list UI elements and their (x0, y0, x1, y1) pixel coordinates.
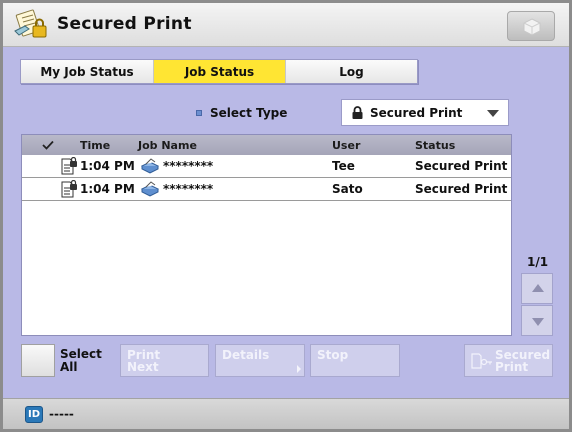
arrow-right-icon (297, 365, 301, 373)
table-row[interactable]: 1:04 PM ******** Tee Secured Print (22, 155, 511, 178)
row-status: Secured Print (415, 182, 508, 196)
printer-icon (140, 181, 160, 197)
secured-print-app-icon (14, 9, 47, 38)
row-user: Tee (332, 159, 355, 173)
col-job-name: Job Name (138, 139, 197, 152)
scroll-down-button[interactable] (521, 305, 553, 336)
id-icon[interactable]: ID (25, 406, 43, 423)
details-label: Details (222, 348, 270, 362)
logged-in-user: ----- (49, 407, 74, 421)
secured-print-label: Secured Print (495, 349, 550, 373)
screen: Secured Print My Job Status Job Status L… (3, 3, 569, 429)
row-status: Secured Print (415, 159, 508, 173)
select-all-checkbox[interactable] (21, 344, 55, 377)
select-all-line2: All (60, 360, 78, 374)
type-select-dropdown[interactable]: Secured Print (341, 99, 509, 126)
row-job-name: ******** (163, 182, 214, 196)
locked-document-icon (61, 180, 77, 198)
job-table: Time Job Name User Status 1:04 PM ******… (21, 134, 512, 336)
print-next-line2: Next (127, 360, 159, 374)
select-all-label[interactable]: Select All (60, 348, 102, 374)
row-time: 1:04 PM (80, 159, 135, 173)
home-button[interactable] (507, 11, 555, 41)
table-row[interactable]: 1:04 PM ******** Sato Secured Print (22, 178, 511, 201)
row-job-name: ******** (163, 159, 214, 173)
checkmark-icon (42, 140, 54, 150)
stop-label: Stop (317, 348, 349, 362)
tab-job-status[interactable]: Job Status (154, 60, 286, 83)
arrow-down-icon (532, 318, 544, 326)
row-time: 1:04 PM (80, 182, 135, 196)
secured-print-button[interactable]: Secured Print (464, 344, 553, 377)
lock-icon (352, 106, 363, 119)
col-time: Time (80, 139, 111, 152)
arrow-up-icon (532, 284, 544, 292)
chevron-down-icon (487, 110, 499, 117)
document-key-icon (471, 353, 492, 369)
locked-document-icon (61, 157, 77, 175)
select-type-text: Select Type (210, 106, 288, 120)
app-title: Secured Print (57, 14, 192, 34)
table-header: Time Job Name User Status (22, 135, 511, 155)
job-tabs: My Job Status Job Status Log (20, 59, 418, 84)
tab-my-job-status[interactable]: My Job Status (21, 60, 154, 83)
details-button[interactable]: Details (215, 344, 305, 377)
status-bar: ID ----- (3, 398, 569, 429)
col-status: Status (415, 139, 456, 152)
home-cube-icon (523, 18, 541, 36)
stop-button[interactable]: Stop (310, 344, 400, 377)
secured-print-line2: Print (495, 360, 529, 374)
page-indicator: 1/1 (527, 255, 549, 269)
col-user: User (332, 139, 361, 152)
printer-icon (140, 158, 160, 174)
bullet-icon (196, 110, 202, 116)
row-user: Sato (332, 182, 363, 196)
device-frame: Secured Print My Job Status Job Status L… (0, 0, 572, 432)
scroll-up-button[interactable] (521, 273, 553, 304)
select-type-label: Select Type (196, 106, 287, 120)
tab-log[interactable]: Log (286, 60, 417, 83)
print-next-button[interactable]: Print Next (120, 344, 209, 377)
title-bar: Secured Print (3, 3, 569, 47)
type-select-value: Secured Print (370, 105, 463, 120)
